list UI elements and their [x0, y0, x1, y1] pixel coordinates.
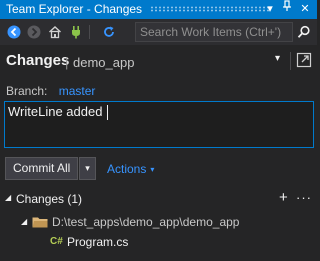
changes-section-header[interactable]: ◢ Changes (1) + ··· — [0, 189, 317, 208]
forward-icon[interactable] — [25, 23, 43, 41]
drag-grip[interactable] — [150, 6, 269, 12]
folder-tree-item[interactable]: ◢ D:\test_apps\demo_app\demo_app — [0, 213, 317, 231]
actions-menu[interactable]: Actions ▾ — [107, 162, 154, 176]
actions-label: Actions — [107, 162, 147, 176]
collapse-icon[interactable]: ◢ — [5, 193, 11, 202]
actions-caret-icon: ▾ — [150, 165, 155, 174]
toolbar — [0, 19, 317, 45]
branch-label: Branch: — [6, 84, 48, 98]
page-header: Changes | demo_app ▾ — [0, 45, 317, 77]
commit-dropdown-button[interactable]: ▾ — [79, 157, 96, 180]
changes-section-title: Changes (1) — [16, 192, 83, 206]
search-icon[interactable] — [293, 23, 315, 41]
stage-all-icon[interactable]: + — [279, 189, 288, 206]
file-name: Program.cs — [67, 235, 129, 249]
folder-icon — [32, 216, 48, 228]
csharp-file-icon: C# — [50, 236, 63, 247]
back-icon[interactable] — [5, 23, 23, 41]
folder-path: D:\test_apps\demo_app\demo_app — [52, 215, 240, 229]
close-icon[interactable]: ✕ — [297, 0, 313, 19]
popout-icon[interactable] — [296, 52, 312, 68]
commit-all-button[interactable]: Commit All — [5, 157, 78, 180]
branch-row: Branch: master — [6, 84, 95, 98]
more-options-icon[interactable]: ··· — [296, 190, 312, 205]
refresh-icon[interactable] — [100, 23, 118, 41]
window-dropdown-icon[interactable]: ▾ — [262, 0, 278, 19]
page-menu-icon[interactable]: ▾ — [275, 53, 280, 64]
commit-message-input[interactable]: WriteLine added — [5, 102, 313, 147]
search-box[interactable] — [135, 22, 293, 42]
title-bar: Team Explorer - Changes ▾ ✕ — [0, 0, 317, 19]
commit-message-box[interactable]: WriteLine added — [4, 101, 314, 148]
pin-icon[interactable] — [279, 0, 295, 19]
toolbar-separator — [89, 25, 90, 39]
folder-collapse-icon[interactable]: ◢ — [21, 217, 27, 226]
title-separator: | — [65, 55, 69, 70]
text-caret — [107, 105, 108, 120]
page-title: Changes — [6, 52, 70, 69]
connect-icon[interactable] — [67, 23, 85, 41]
file-tree-item[interactable]: C# Program.cs — [0, 233, 317, 251]
search-input[interactable] — [136, 23, 292, 41]
branch-link[interactable]: master — [59, 84, 96, 98]
repository-name: demo_app — [73, 55, 135, 70]
header-separator — [290, 52, 291, 70]
window-title: Team Explorer - Changes — [6, 2, 143, 16]
home-icon[interactable] — [46, 23, 64, 41]
